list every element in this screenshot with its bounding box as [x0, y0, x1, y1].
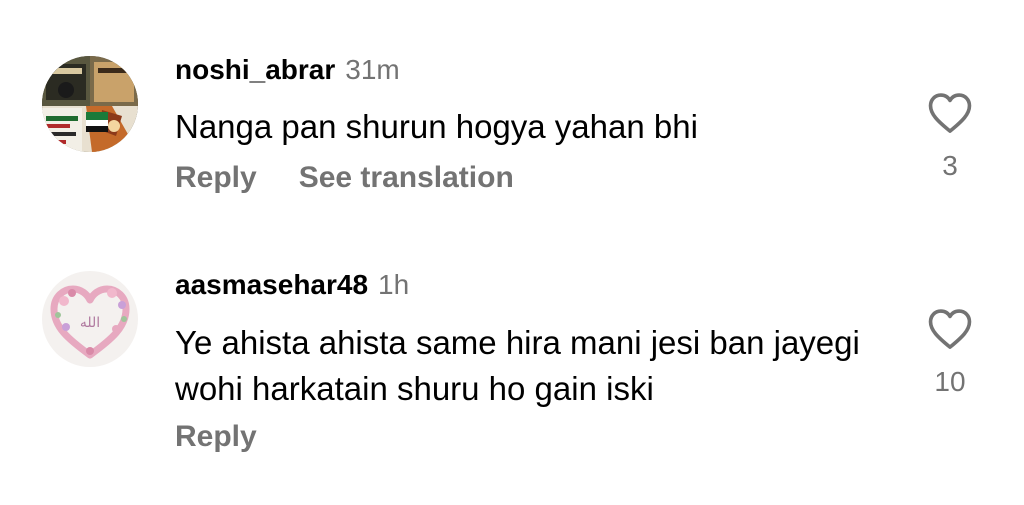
comment-item: الله aasmasehar48 1h Ye ahista ahista sam…: [0, 0, 1024, 505]
heart-outline-icon[interactable]: [927, 308, 973, 350]
like-count: 10: [934, 366, 966, 397]
reply-button[interactable]: Reply: [175, 420, 257, 453]
comment-actions: Reply: [175, 419, 257, 455]
flower-heart-avatar-icon: الله: [42, 271, 138, 367]
username-link[interactable]: aasmasehar48: [175, 269, 368, 300]
avatar[interactable]: الله: [42, 271, 138, 367]
like-area: 10: [918, 308, 982, 398]
avatar-calligraphy: الله: [80, 315, 100, 331]
comment-header: aasmasehar48 1h: [175, 268, 409, 302]
timestamp: 1h: [378, 269, 410, 300]
comment-text: Ye ahista ahista same hira mani jesi ban…: [175, 324, 860, 407]
